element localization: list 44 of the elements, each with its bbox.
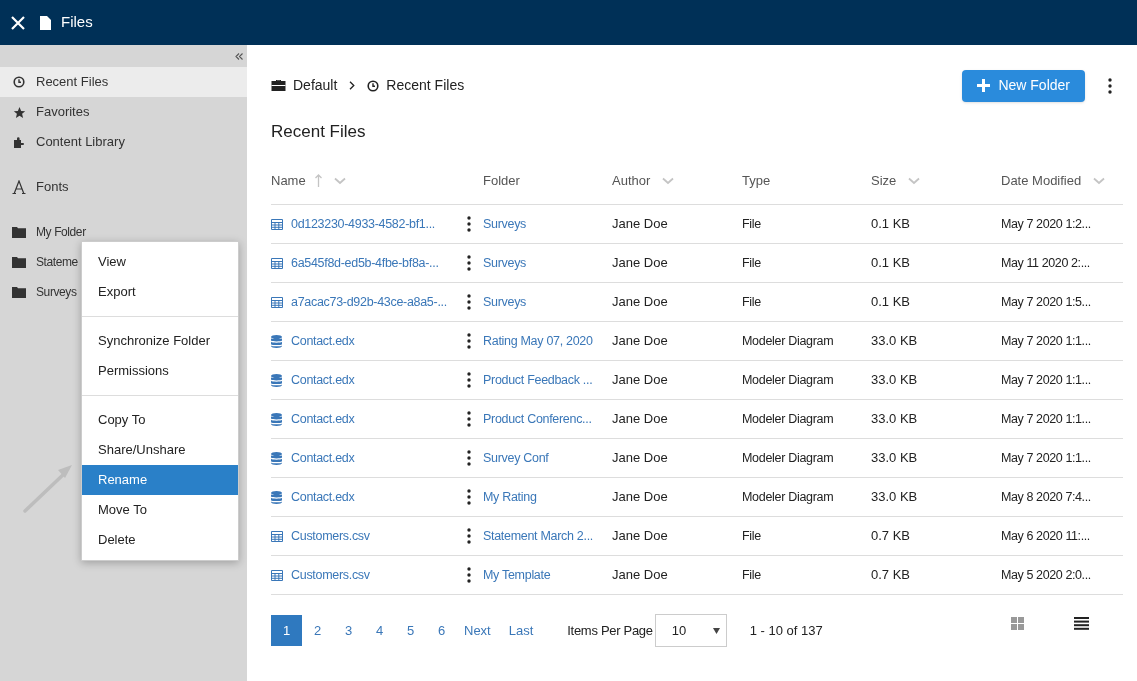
type-cell: Modeler Diagram (742, 373, 834, 388)
type-cell: File (742, 295, 761, 310)
date-cell: May 7 2020 1:5... (1001, 295, 1091, 310)
size-cell: 33.0 KB (871, 489, 918, 505)
size-cell: 0.1 KB (871, 294, 911, 310)
items-per-page-label: Items Per Page (567, 621, 653, 640)
size-cell: 33.0 KB (871, 450, 918, 466)
author-cell: Jane Doe (612, 528, 668, 544)
author-cell: Jane Doe (612, 216, 668, 232)
size-cell: 0.1 KB (871, 255, 911, 271)
type-cell: Modeler Diagram (742, 334, 834, 349)
type-cell: File (742, 256, 761, 271)
author-cell: Jane Doe (612, 567, 668, 583)
size-cell: 0.7 KB (871, 567, 911, 583)
date-cell: May 7 2020 1:1... (1001, 334, 1091, 349)
size-cell: 0.7 KB (871, 528, 911, 544)
date-cell: May 7 2020 1:2... (1001, 217, 1091, 232)
type-cell: File (742, 568, 761, 583)
type-cell: Modeler Diagram (742, 451, 834, 466)
author-cell: Jane Doe (612, 489, 668, 505)
date-cell: May 7 2020 1:1... (1001, 451, 1091, 466)
date-cell: May 11 2020 2:... (1001, 256, 1090, 271)
date-cell: May 6 2020 11:... (1001, 529, 1090, 544)
author-cell: Jane Doe (612, 450, 668, 466)
date-cell: May 7 2020 1:1... (1001, 373, 1091, 388)
page-range: 1 - 10 of 137 (749, 621, 823, 640)
type-cell: File (742, 529, 761, 544)
type-cell: File (742, 217, 761, 232)
size-cell: 33.0 KB (871, 372, 918, 388)
size-cell: 33.0 KB (871, 333, 918, 349)
date-cell: May 8 2020 7:4... (1001, 490, 1091, 505)
type-cell: Modeler Diagram (742, 412, 834, 427)
size-cell: 0.1 KB (871, 216, 911, 232)
author-cell: Jane Doe (612, 333, 668, 349)
author-cell: Jane Doe (612, 255, 668, 271)
date-cell: May 7 2020 1:1... (1001, 412, 1091, 427)
author-cell: Jane Doe (612, 411, 668, 427)
page-title: Recent Files (271, 121, 367, 143)
author-cell: Jane Doe (612, 372, 668, 388)
type-cell: Modeler Diagram (742, 490, 834, 505)
app-title: Files (61, 12, 93, 33)
size-cell: 33.0 KB (871, 411, 918, 427)
author-cell: Jane Doe (612, 294, 668, 310)
date-cell: May 5 2020 2:0... (1001, 568, 1091, 583)
